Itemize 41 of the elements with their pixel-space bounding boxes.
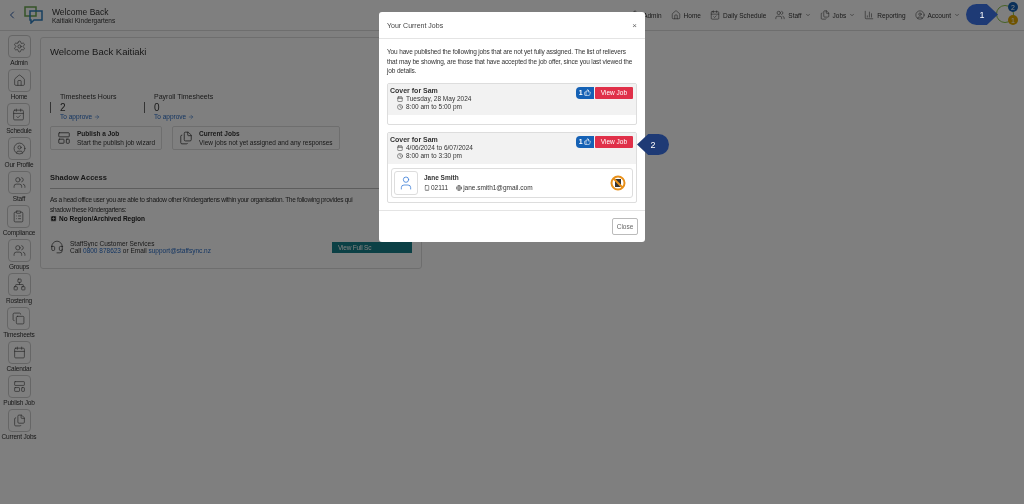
- stat-value: 2: [50, 102, 130, 113]
- clock-icon: [397, 103, 403, 110]
- bar-chart-icon: [864, 10, 875, 20]
- calendar-icon: [397, 95, 403, 102]
- app-title: Welcome Back: [52, 6, 109, 17]
- arrow-icon: [94, 113, 101, 120]
- gear-icon: [12, 40, 26, 53]
- layout-icon: [57, 131, 71, 145]
- phone-icon: [424, 184, 430, 191]
- people-icon: [775, 10, 786, 20]
- person-icon: [398, 174, 414, 191]
- user-circle-icon: [914, 10, 925, 20]
- clipboard-icon: [12, 210, 26, 223]
- calendar-icon: [397, 144, 403, 151]
- files-icon: [819, 10, 830, 20]
- close-button[interactable]: ×: [632, 20, 637, 30]
- arrow-icon: [188, 113, 195, 120]
- files-icon: [12, 414, 26, 427]
- people-icon: [12, 244, 26, 257]
- network-icon: [12, 278, 26, 291]
- copy-icon: [12, 312, 26, 325]
- clock-icon: [397, 152, 403, 159]
- headset-icon: [50, 240, 64, 254]
- house-icon: [12, 74, 26, 87]
- layout-icon: [12, 380, 26, 393]
- user-circle-icon: [12, 142, 26, 155]
- thumbs-up-icon: [583, 89, 591, 96]
- calendar-check-icon: [12, 108, 26, 121]
- callout-marker: 1: [966, 4, 998, 25]
- no-device-icon: [610, 174, 626, 191]
- calendar-icon: [12, 346, 26, 359]
- globe-icon: [456, 184, 463, 191]
- stat-value: 0: [144, 102, 224, 113]
- plus-icon: [50, 215, 57, 222]
- calendar-check-icon: [709, 10, 720, 20]
- house-icon: [670, 10, 681, 20]
- welcome-heading: Welcome Back Kaitiaki: [50, 46, 147, 57]
- logo-icon: [22, 6, 44, 24]
- people-icon: [12, 176, 26, 189]
- files-icon: [179, 131, 194, 145]
- thumbs-up-icon: [583, 138, 591, 145]
